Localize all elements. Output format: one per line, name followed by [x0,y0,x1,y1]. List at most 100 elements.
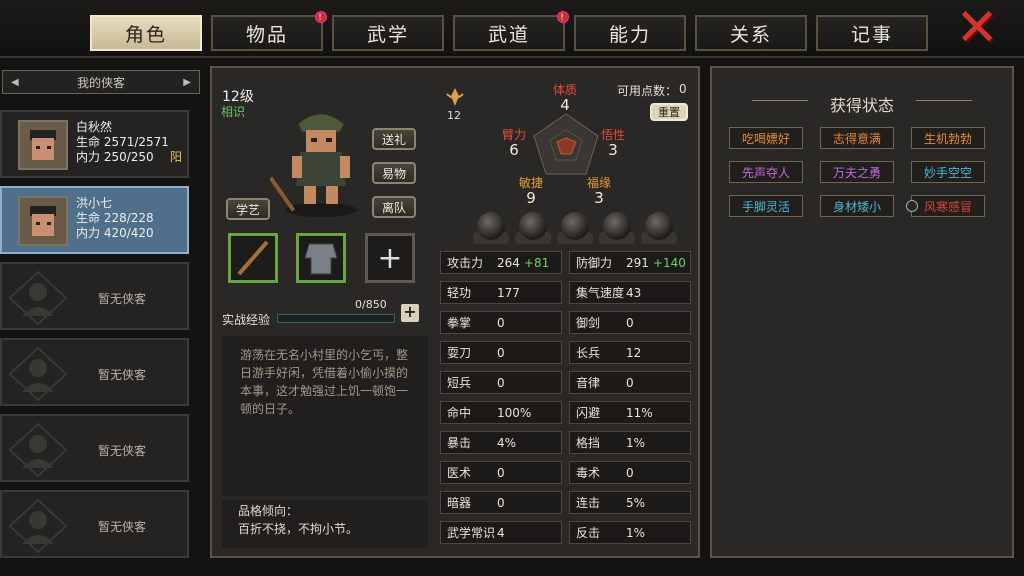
meridian-slot[interactable] [515,212,551,246]
stat-value-wrap: 1% [626,526,690,540]
status-badge[interactable]: 吃喝嫖好 [729,127,803,149]
empty-silhouette-icon [8,270,68,326]
tab-1[interactable]: 物品! [211,11,327,51]
exp-plus-button[interactable]: + [401,304,419,322]
tab-0[interactable]: 角色 [90,15,202,51]
hero-slot[interactable]: 暂无侠客 [0,262,189,330]
trade-button[interactable]: 易物 [372,162,416,184]
add-equipment-button[interactable]: + [365,233,415,283]
tab-5[interactable]: 关系 [695,15,807,51]
stat-value-wrap: 4 [497,526,561,540]
hero-tag: 阳 [170,150,183,164]
stat-value: 0 [626,315,634,330]
hero-mp: 内力 250/250 [76,150,154,164]
available-points: 可用点数： 0 [617,82,687,99]
stat-label: 闪避 [576,406,601,420]
tab-2[interactable]: 武学 [332,15,444,51]
stat-label: 格挡 [576,436,601,450]
hero-slot[interactable]: 洪小七 生命 228/228 内力 420/420 [0,186,189,254]
tab-4[interactable]: 能力 [574,15,686,51]
learn-button[interactable]: 学艺 [226,198,270,220]
tab-6[interactable]: 记事 [816,15,928,51]
status-badge[interactable]: 风寒感冒 [911,195,985,217]
stat-label: 集气速度 [576,286,625,300]
stat-value: 0 [626,465,634,480]
hero-slot[interactable]: 暂无侠客 [0,414,189,482]
stat-label: 防御力 [576,256,613,270]
gift-button[interactable]: 送礼 [372,128,416,150]
orb-icon [561,212,589,240]
status-badge[interactable]: 生机勃勃 [911,127,985,149]
trait-label: 品格倾向： [238,504,299,518]
hero-slot[interactable]: 暂无侠客 [0,490,189,558]
stat-value-wrap: 100% [497,406,561,420]
stat-value-wrap: 43 [626,286,690,300]
orb-icon [519,212,547,240]
stat-row: 长兵 12 [569,341,691,364]
stat-value-wrap: 0 [497,346,561,360]
status-badge[interactable]: 妙手空空 [911,161,985,183]
stat-row: 集气速度 43 [569,281,691,304]
trait-box: 品格倾向： 百折不挠，不拘小节。 [222,500,428,548]
stat-value: 0 [626,375,634,390]
armor-slot[interactable] [296,233,346,283]
orb-icon [477,212,505,240]
empty-slot-label: 暂无侠客 [98,368,147,382]
hero-slot[interactable]: 暂无侠客 [0,338,189,406]
status-title: 获得状态 [829,96,894,115]
exp-value: 0/850 [355,298,387,311]
stat-label: 暴击 [447,436,472,450]
stat-row: 暗器 0 [440,491,562,514]
status-badge[interactable]: 志得意满 [820,127,894,149]
staff-icon [237,240,269,276]
available-points-label: 可用点数： [617,84,678,98]
status-badge[interactable]: 万夫之勇 [820,161,894,183]
stat-row: 短兵 0 [440,371,562,394]
close-button[interactable]: ✕ [952,2,1002,54]
stat-row: 命中 100% [440,401,562,424]
alert-badge-icon: ! [315,11,327,23]
rank-value: 12 [447,109,461,122]
stat-label: 武学常识 [447,526,496,540]
armor-icon [304,243,338,275]
attr-fuyuan-value: 3 [594,189,604,207]
hero-slot[interactable]: 白秋然 生命 2571/2571 内力 250/250 阳 [0,110,189,178]
stat-label: 长兵 [576,346,601,360]
status-badge[interactable]: 先声夺人 [729,161,803,183]
status-badge[interactable]: 身材矮小 [820,195,894,217]
stat-value: 12 [626,345,642,360]
stat-value: 0 [497,345,505,360]
status-badge[interactable]: 手脚灵活 [729,195,803,217]
stat-row: 反击 1% [569,521,691,544]
stat-value: 1% [626,525,646,540]
stat-row: 拳掌 0 [440,311,562,334]
meridian-slot[interactable] [557,212,593,246]
stat-label: 音律 [576,376,601,390]
meridian-slot[interactable] [473,212,509,246]
reset-button[interactable]: 重置 [650,103,688,121]
stat-value: 1% [626,435,646,450]
stat-label: 医术 [447,466,472,480]
stat-value-wrap: 291 +140 [626,256,690,270]
orb-icon [603,212,631,240]
stat-label: 轻功 [447,286,472,300]
exp-label: 实战经验 [222,313,271,327]
stat-value: 291 [626,255,649,270]
stat-bonus: +140 [652,255,686,270]
stat-value-wrap: 177 [497,286,561,300]
leave-party-button[interactable]: 离队 [372,196,416,218]
weapon-slot[interactable] [228,233,278,283]
stat-label: 反击 [576,526,601,540]
meridian-slot[interactable] [599,212,635,246]
character-portrait [270,113,357,217]
tab-3[interactable]: 武道! [453,11,569,51]
hero-list-header: ◀ 我的侠客 ▶ [2,70,200,94]
clock-icon [906,200,918,212]
empty-silhouette-icon [8,422,68,478]
stat-value: 100% [497,405,532,420]
stat-row: 暴击 4% [440,431,562,454]
meridian-slot[interactable] [641,212,677,246]
stat-row: 耍刀 0 [440,341,562,364]
trait-value: 百折不挠，不拘小节。 [238,522,359,536]
relation-label: 相识 [221,105,246,119]
